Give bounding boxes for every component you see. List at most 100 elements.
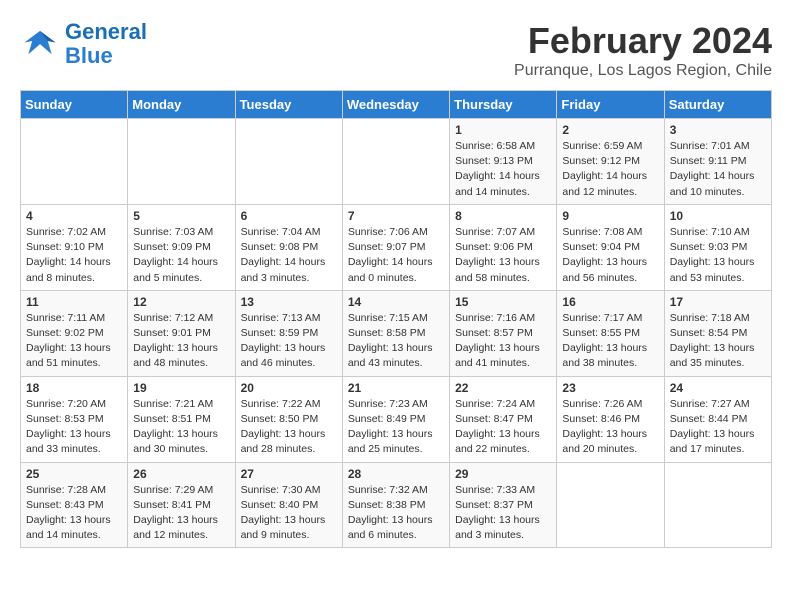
day-info: Sunrise: 7:21 AM Sunset: 8:51 PM Dayligh… [133,397,229,458]
day-info: Sunrise: 7:26 AM Sunset: 8:46 PM Dayligh… [562,397,658,458]
day-number: 9 [562,209,658,223]
location-subtitle: Purranque, Los Lagos Region, Chile [514,62,772,80]
calendar-cell: 22 Sunrise: 7:24 AM Sunset: 8:47 PM Dayli… [450,376,557,462]
calendar-cell [21,119,128,205]
day-number: 3 [670,123,766,137]
calendar-week-3: 11 Sunrise: 7:11 AM Sunset: 9:02 PM Dayli… [21,290,772,376]
day-info: Sunrise: 7:24 AM Sunset: 8:47 PM Dayligh… [455,397,551,458]
calendar-cell: 26Sunrise: 7:29 AM Sunset: 8:41 PM Dayli… [128,462,235,548]
day-number: 16 [562,295,658,309]
day-number: 7 [348,209,444,223]
calendar-cell: 19 Sunrise: 7:21 AM Sunset: 8:51 PM Dayli… [128,376,235,462]
title-area: February 2024 Purranque, Los Lagos Regio… [514,20,772,80]
day-number: 21 [348,381,444,395]
day-info: Sunrise: 7:28 AM Sunset: 8:43 PM Dayligh… [26,483,122,544]
day-number: 5 [133,209,229,223]
column-header-thursday: Thursday [450,91,557,119]
day-number: 4 [26,209,122,223]
day-info: Sunrise: 7:13 AM Sunset: 8:59 PM Dayligh… [241,311,337,372]
calendar-cell [235,119,342,205]
day-number: 14 [348,295,444,309]
calendar-cell [342,119,449,205]
logo-blue: Blue [65,43,113,68]
day-number: 1 [455,123,551,137]
day-info: Sunrise: 6:58 AM Sunset: 9:13 PM Dayligh… [455,139,551,200]
calendar-cell: 7 Sunrise: 7:06 AM Sunset: 9:07 PM Daylig… [342,204,449,290]
column-header-monday: Monday [128,91,235,119]
calendar-cell: 13Sunrise: 7:13 AM Sunset: 8:59 PM Dayli… [235,290,342,376]
calendar-cell: 3 Sunrise: 7:01 AM Sunset: 9:11 PM Daylig… [664,119,771,205]
day-info: Sunrise: 7:11 AM Sunset: 9:02 PM Dayligh… [26,311,122,372]
day-info: Sunrise: 7:03 AM Sunset: 9:09 PM Dayligh… [133,225,229,286]
day-number: 8 [455,209,551,223]
calendar-cell: 17 Sunrise: 7:18 AM Sunset: 8:54 PM Dayli… [664,290,771,376]
calendar-cell: 5 Sunrise: 7:03 AM Sunset: 9:09 PM Daylig… [128,204,235,290]
column-header-wednesday: Wednesday [342,91,449,119]
calendar-cell: 21 Sunrise: 7:23 AM Sunset: 8:49 PM Dayli… [342,376,449,462]
day-number: 18 [26,381,122,395]
day-number: 23 [562,381,658,395]
column-header-sunday: Sunday [21,91,128,119]
calendar-cell: 4 Sunrise: 7:02 AM Sunset: 9:10 PM Daylig… [21,204,128,290]
day-number: 19 [133,381,229,395]
calendar-cell: 24 Sunrise: 7:27 AM Sunset: 8:44 PM Dayli… [664,376,771,462]
day-number: 6 [241,209,337,223]
day-info: Sunrise: 7:22 AM Sunset: 8:50 PM Dayligh… [241,397,337,458]
calendar-cell: 8Sunrise: 7:07 AM Sunset: 9:06 PM Daylig… [450,204,557,290]
page-header: General Blue February 2024 Purranque, Lo… [20,20,772,80]
calendar-week-4: 18Sunrise: 7:20 AM Sunset: 8:53 PM Dayli… [21,376,772,462]
calendar-cell: 20Sunrise: 7:22 AM Sunset: 8:50 PM Dayli… [235,376,342,462]
calendar-cell: 16Sunrise: 7:17 AM Sunset: 8:55 PM Dayli… [557,290,664,376]
day-info: Sunrise: 7:08 AM Sunset: 9:04 PM Dayligh… [562,225,658,286]
day-info: Sunrise: 7:04 AM Sunset: 9:08 PM Dayligh… [241,225,337,286]
day-info: Sunrise: 6:59 AM Sunset: 9:12 PM Dayligh… [562,139,658,200]
day-info: Sunrise: 7:30 AM Sunset: 8:40 PM Dayligh… [241,483,337,544]
column-header-tuesday: Tuesday [235,91,342,119]
day-info: Sunrise: 7:29 AM Sunset: 8:41 PM Dayligh… [133,483,229,544]
day-number: 27 [241,467,337,481]
day-number: 10 [670,209,766,223]
calendar-table: SundayMondayTuesdayWednesdayThursdayFrid… [20,90,772,548]
calendar-week-1: 1 Sunrise: 6:58 AM Sunset: 9:13 PM Daylig… [21,119,772,205]
day-number: 29 [455,467,551,481]
day-info: Sunrise: 7:23 AM Sunset: 8:49 PM Dayligh… [348,397,444,458]
calendar-cell: 12 Sunrise: 7:12 AM Sunset: 9:01 PM Dayli… [128,290,235,376]
day-info: Sunrise: 7:15 AM Sunset: 8:58 PM Dayligh… [348,311,444,372]
calendar-cell: 14 Sunrise: 7:15 AM Sunset: 8:58 PM Dayli… [342,290,449,376]
day-info: Sunrise: 7:12 AM Sunset: 9:01 PM Dayligh… [133,311,229,372]
logo-bird-icon [20,27,60,62]
calendar-cell: 27 Sunrise: 7:30 AM Sunset: 8:40 PM Dayli… [235,462,342,548]
day-info: Sunrise: 7:33 AM Sunset: 8:37 PM Dayligh… [455,483,551,544]
day-info: Sunrise: 7:01 AM Sunset: 9:11 PM Dayligh… [670,139,766,200]
day-info: Sunrise: 7:10 AM Sunset: 9:03 PM Dayligh… [670,225,766,286]
calendar-cell: 15 Sunrise: 7:16 AM Sunset: 8:57 PM Dayli… [450,290,557,376]
calendar-cell: 11 Sunrise: 7:11 AM Sunset: 9:02 PM Dayli… [21,290,128,376]
day-info: Sunrise: 7:02 AM Sunset: 9:10 PM Dayligh… [26,225,122,286]
column-header-saturday: Saturday [664,91,771,119]
day-info: Sunrise: 7:06 AM Sunset: 9:07 PM Dayligh… [348,225,444,286]
day-number: 25 [26,467,122,481]
calendar-cell: 6 Sunrise: 7:04 AM Sunset: 9:08 PM Daylig… [235,204,342,290]
header-row: SundayMondayTuesdayWednesdayThursdayFrid… [21,91,772,119]
day-info: Sunrise: 7:27 AM Sunset: 8:44 PM Dayligh… [670,397,766,458]
day-info: Sunrise: 7:32 AM Sunset: 8:38 PM Dayligh… [348,483,444,544]
calendar-cell: 10 Sunrise: 7:10 AM Sunset: 9:03 PM Dayli… [664,204,771,290]
calendar-week-2: 4 Sunrise: 7:02 AM Sunset: 9:10 PM Daylig… [21,204,772,290]
calendar-cell [128,119,235,205]
calendar-cell: 2 Sunrise: 6:59 AM Sunset: 9:12 PM Daylig… [557,119,664,205]
day-info: Sunrise: 7:16 AM Sunset: 8:57 PM Dayligh… [455,311,551,372]
day-number: 24 [670,381,766,395]
day-info: Sunrise: 7:18 AM Sunset: 8:54 PM Dayligh… [670,311,766,372]
logo: General Blue [20,20,147,68]
day-number: 11 [26,295,122,309]
day-number: 12 [133,295,229,309]
day-number: 15 [455,295,551,309]
calendar-cell: 29 Sunrise: 7:33 AM Sunset: 8:37 PM Dayli… [450,462,557,548]
day-number: 22 [455,381,551,395]
day-number: 17 [670,295,766,309]
logo-general: General [65,19,147,44]
calendar-cell: 25 Sunrise: 7:28 AM Sunset: 8:43 PM Dayli… [21,462,128,548]
day-number: 2 [562,123,658,137]
calendar-cell: 1 Sunrise: 6:58 AM Sunset: 9:13 PM Daylig… [450,119,557,205]
calendar-cell: 23 Sunrise: 7:26 AM Sunset: 8:46 PM Dayli… [557,376,664,462]
